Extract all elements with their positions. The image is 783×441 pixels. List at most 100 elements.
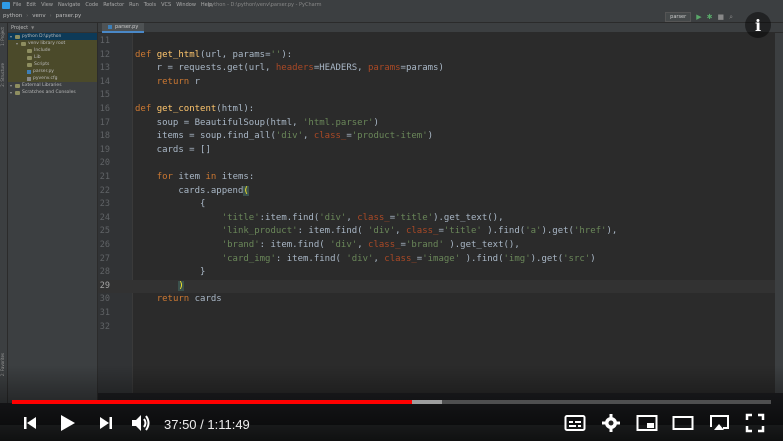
tree-item[interactable]: Include [8, 47, 97, 54]
code-line[interactable]: 19 cards = [] [98, 144, 775, 158]
code-text[interactable]: 'title':item.find('div', class_='title')… [135, 212, 504, 226]
code-text[interactable]: def get_content(html): [135, 103, 254, 117]
code-line[interactable]: 18 items = soup.find_all('div', class_='… [98, 130, 775, 144]
tab-parser-py[interactable]: parser.py [102, 23, 145, 33]
code-text[interactable]: return r [135, 76, 200, 90]
code-line[interactable]: 16 def get_content(html): [98, 103, 775, 117]
run-config-select[interactable]: parser [665, 12, 692, 22]
code-line[interactable]: 13 r = requests.get(url, headers=HEADERS… [98, 62, 775, 76]
code-line[interactable]: 14 return r [98, 76, 775, 90]
theater-icon[interactable] [670, 411, 696, 435]
code-line[interactable]: 20 [98, 157, 775, 171]
code-text[interactable]: def get_html(url, params=''): [135, 49, 292, 63]
code-text[interactable]: return cards [135, 293, 222, 307]
line-number: 31 [99, 308, 110, 318]
project-panel: Project ▼ ▾ python D:\python ▾ venv library… [8, 23, 98, 403]
breadcrumb-root[interactable]: python [3, 13, 22, 19]
project-panel-title[interactable]: Project [11, 25, 28, 31]
settings-icon[interactable] [598, 411, 624, 435]
code-text[interactable]: 'link_product': item.find( 'div', class_… [135, 225, 618, 239]
code-line[interactable]: 28 } [98, 266, 775, 280]
code-line[interactable]: 11 [98, 35, 775, 49]
tree-item[interactable]: Scripts [8, 61, 97, 68]
previous-icon[interactable] [18, 411, 42, 435]
progress-bar[interactable] [12, 400, 771, 404]
line-number: 18 [99, 131, 110, 142]
menu-item-navigate[interactable]: Navigate [58, 2, 80, 8]
tree-item[interactable]: ▾ Scratches and Consoles [8, 89, 97, 96]
next-icon[interactable] [94, 411, 118, 435]
menu-items: File Edit View Navigate Code Refactor Run Tools… [13, 2, 217, 8]
code-line[interactable]: 17 soup = BeautifulSoup(html, 'html.pars… [98, 117, 775, 131]
stop-icon[interactable]: ■ [717, 13, 724, 21]
code-line[interactable]: 15 [98, 89, 775, 103]
code-text[interactable]: r = requests.get(url, headers=HEADERS, p… [135, 62, 444, 76]
menu-item-edit[interactable]: Edit [26, 2, 36, 8]
line-number: 21 [99, 172, 110, 182]
tree-item[interactable]: ▾ venv library root [8, 40, 97, 47]
menu-item-refactor[interactable]: Refactor [103, 2, 124, 8]
code-line[interactable]: 29 ) [98, 279, 775, 294]
chevron-down-icon[interactable]: ▼ [31, 25, 34, 30]
info-icon[interactable]: i [745, 12, 771, 38]
play-icon[interactable] [54, 411, 80, 435]
breadcrumb-file[interactable]: parser.py [56, 13, 82, 19]
breadcrumb-venv[interactable]: venv [32, 13, 45, 19]
code-text[interactable]: cards.append( [135, 185, 249, 199]
menu-item-view[interactable]: View [41, 2, 53, 8]
search-everywhere-icon[interactable]: ⌕ [729, 13, 733, 22]
code-line[interactable]: 31 [98, 307, 775, 321]
line-number: 29 [99, 280, 110, 291]
editor-tab-bar: parser.py [98, 23, 783, 33]
code-editor[interactable]: 11 12 def get_html(url, params=''): 13 r = … [98, 33, 775, 393]
project-tree: ▾ python D:\python ▾ venv library root Inclu… [8, 33, 97, 96]
code-text[interactable]: soup = BeautifulSoup(html, 'html.parser'… [135, 117, 379, 131]
volume-icon[interactable] [128, 411, 154, 435]
debug-icon[interactable]: ✱ [707, 13, 713, 21]
folder-icon [15, 83, 20, 88]
menu-item-run[interactable]: Run [129, 2, 139, 8]
code-line[interactable]: 24 'title':item.find('div', class_='titl… [98, 212, 775, 226]
code-text[interactable]: { [135, 198, 205, 212]
menu-item-tools[interactable]: Tools [144, 2, 156, 8]
code-line[interactable]: 26 'brand': item.find( 'div', class_='br… [98, 239, 775, 253]
tree-item[interactable]: ▾ python D:\python [8, 33, 97, 40]
code-line[interactable]: 32 [98, 321, 775, 335]
code-text[interactable]: items = soup.find_all('div', class_='pro… [135, 130, 433, 144]
menu-item-vcs[interactable]: VCS [161, 2, 171, 8]
miniplayer-icon[interactable] [634, 411, 660, 435]
tree-item[interactable]: ▾ External Libraries [8, 82, 97, 89]
code-line[interactable]: 22 cards.append( [98, 185, 775, 199]
structure-tool-label[interactable]: 2: Structure [0, 63, 8, 87]
menu-item-window[interactable]: Window [176, 2, 196, 8]
code-text[interactable]: } [135, 266, 205, 280]
left-tool-strip: 1: Project 2: Structure 2: Favorites [0, 23, 8, 403]
code-line[interactable]: 30 return cards [98, 293, 775, 307]
code-text[interactable]: 'card_img': item.find( 'div', class_='im… [135, 253, 596, 267]
code-line[interactable]: 12 def get_html(url, params=''): [98, 49, 775, 63]
editor-scrollbar[interactable] [775, 33, 783, 393]
code-text[interactable]: cards = [] [135, 144, 211, 158]
tree-item[interactable]: parser.py [8, 68, 97, 75]
tree-item[interactable]: Lib [8, 54, 97, 61]
tree-item-label: python D:\python [22, 34, 62, 39]
line-number: 19 [99, 144, 110, 155]
tree-item[interactable]: pyvenv.cfg [8, 75, 97, 82]
cast-icon[interactable] [706, 411, 732, 435]
code-line[interactable]: 23 { [98, 198, 775, 212]
run-icon[interactable]: ▶ [696, 13, 701, 21]
tree-item-label: Include [34, 48, 51, 53]
tree-item-label: Lib [34, 55, 41, 60]
code-text[interactable]: for item in items: [135, 171, 255, 185]
code-line[interactable]: 25 'link_product': item.find( 'div', cla… [98, 225, 775, 239]
code-line[interactable]: 27 'card_img': item.find( 'div', class_=… [98, 253, 775, 267]
menu-item-file[interactable]: File [13, 2, 21, 8]
code-text[interactable]: 'brand': item.find( 'div', class_='brand… [135, 239, 520, 253]
fullscreen-icon[interactable] [742, 411, 768, 435]
project-tool-label[interactable]: 1: Project [0, 27, 8, 46]
code-line[interactable]: 21 for item in items: [98, 171, 775, 185]
code-text[interactable]: ) [135, 280, 184, 294]
subtitles-icon[interactable] [562, 411, 588, 435]
breadcrumb-separator: › [26, 13, 29, 19]
menu-item-code[interactable]: Code [85, 2, 98, 8]
